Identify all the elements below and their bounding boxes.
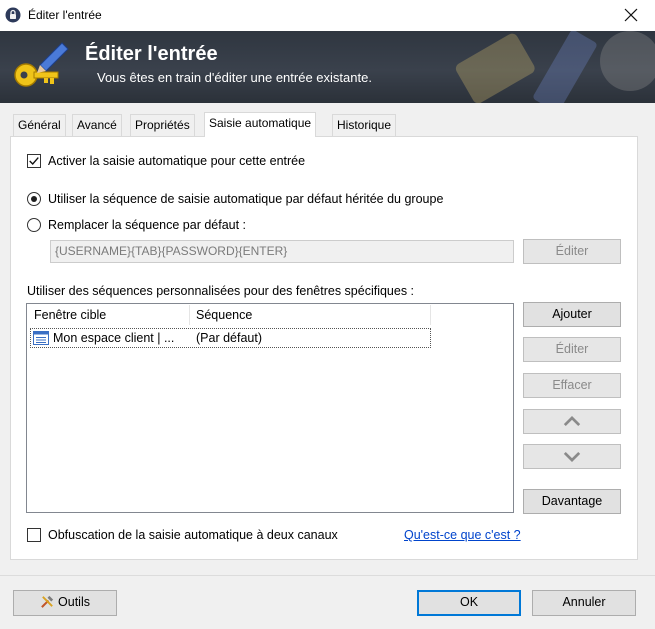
tab-properties[interactable]: Propriétés bbox=[130, 114, 195, 136]
chevron-down-icon bbox=[563, 451, 581, 463]
checkmark-icon bbox=[29, 157, 39, 166]
add-button[interactable]: Ajouter bbox=[523, 302, 621, 327]
move-up-button[interactable] bbox=[523, 409, 621, 434]
column-target-window[interactable]: Fenêtre cible bbox=[34, 305, 106, 325]
custom-sequences-label: Utiliser des séquences personnalisées po… bbox=[27, 284, 415, 298]
keepass-lock-icon bbox=[5, 7, 21, 23]
inherit-sequence-label: Utiliser la séquence de saisie automatiq… bbox=[48, 192, 444, 206]
more-button[interactable]: Davantage bbox=[523, 489, 621, 514]
close-icon[interactable] bbox=[620, 4, 642, 26]
tab-history[interactable]: Historique bbox=[332, 114, 397, 136]
header-banner: Éditer l'entrée Vous êtes en train d'édi… bbox=[0, 31, 655, 103]
tab-autotype[interactable]: Saisie automatique bbox=[204, 112, 317, 137]
delete-button[interactable]: Effacer bbox=[523, 373, 621, 398]
footer-divider bbox=[0, 575, 655, 576]
move-down-button[interactable] bbox=[523, 444, 621, 469]
banner-subtitle: Vous êtes en train d'éditer une entrée e… bbox=[97, 70, 372, 85]
banner-title: Éditer l'entrée bbox=[85, 43, 218, 65]
tab-general[interactable]: Général bbox=[13, 114, 66, 136]
column-separator bbox=[430, 305, 431, 325]
tools-label: Outils bbox=[58, 595, 90, 609]
inherit-sequence-radio[interactable] bbox=[27, 192, 41, 206]
sequence-input[interactable]: {USERNAME}{TAB}{PASSWORD}{ENTER} bbox=[50, 240, 514, 263]
tools-button[interactable]: Outils bbox=[13, 590, 117, 616]
edit-sequence-button[interactable]: Éditer bbox=[523, 239, 621, 264]
row-target-cell: Mon espace client | ... bbox=[53, 331, 175, 345]
override-sequence-label: Remplacer la séquence par défaut : bbox=[48, 218, 247, 232]
cancel-button[interactable]: Annuler bbox=[532, 590, 636, 616]
window-list-icon bbox=[33, 331, 49, 345]
enable-autotype-checkbox[interactable] bbox=[27, 154, 41, 168]
override-sequence-radio[interactable] bbox=[27, 218, 41, 232]
edit-key-icon bbox=[14, 42, 69, 87]
help-link[interactable]: Qu'est-ce que c'est ? bbox=[404, 528, 521, 542]
edit-button[interactable]: Éditer bbox=[523, 337, 621, 362]
tools-icon bbox=[41, 595, 54, 608]
tab-advanced[interactable]: Avancé bbox=[72, 114, 122, 136]
banner-watermark-icon bbox=[455, 31, 655, 103]
row-sequence-cell: (Par défaut) bbox=[196, 331, 263, 345]
column-separator bbox=[189, 305, 190, 325]
ok-button[interactable]: OK bbox=[417, 590, 521, 616]
enable-autotype-label: Activer la saisie automatique pour cette… bbox=[48, 154, 306, 168]
chevron-up-icon bbox=[563, 415, 581, 427]
column-sequence[interactable]: Séquence bbox=[196, 305, 252, 325]
obfuscation-label: Obfuscation de la saisie automatique à d… bbox=[48, 528, 338, 542]
window-title: Éditer l'entrée bbox=[28, 8, 102, 22]
obfuscation-checkbox[interactable] bbox=[27, 528, 41, 542]
